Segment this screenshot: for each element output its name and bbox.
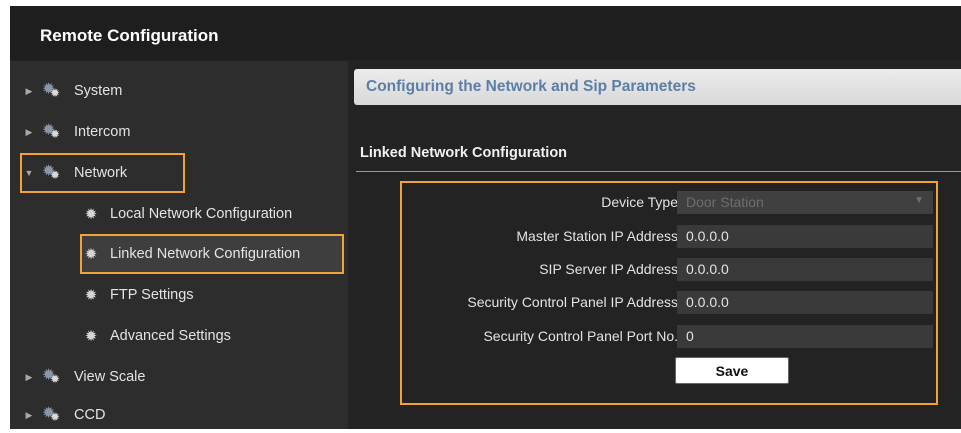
gears-icon: ✹ ✹: [42, 122, 61, 141]
device-type-label: Device Type: [601, 194, 678, 210]
security-panel-ip-input[interactable]: 0.0.0.0: [677, 291, 933, 314]
expand-arrow-icon[interactable]: ▶: [22, 410, 36, 421]
sidebar-item-system[interactable]: ▶ ✹ ✹ System: [22, 73, 342, 109]
sidebar-item-ftp-settings[interactable]: ✹ FTP Settings: [82, 277, 342, 313]
sidebar-item-label: Network: [74, 165, 128, 181]
device-type-value: Door Station: [686, 194, 764, 210]
linked-network-form: Device Type Door Station ▼ Master Statio…: [400, 181, 938, 405]
security-panel-port-input[interactable]: 0: [677, 325, 933, 348]
sidebar-item-label: Linked Network Configuration: [110, 246, 301, 262]
section-divider: [356, 171, 961, 172]
sip-server-ip-label: SIP Server IP Address: [539, 261, 678, 277]
sidebar-item-label: FTP Settings: [110, 287, 194, 303]
sidebar-item-advanced-settings[interactable]: ✹ Advanced Settings: [82, 318, 342, 354]
sip-server-ip-row: SIP Server IP Address 0.0.0.0: [402, 256, 940, 284]
sidebar-item-network[interactable]: ▼ ✹ ✹ Network: [20, 153, 185, 193]
gears-icon: ✹ ✹: [42, 367, 61, 386]
security-panel-ip-label: Security Control Panel IP Address: [467, 294, 678, 310]
gear-icon: ✹: [84, 328, 98, 345]
sidebar-item-linked-network-configuration[interactable]: ✹ Linked Network Configuration: [80, 234, 344, 274]
sip-server-ip-input[interactable]: 0.0.0.0: [677, 258, 933, 281]
dropdown-arrow-icon: ▼: [914, 195, 924, 206]
sidebar-item-label: Intercom: [74, 124, 131, 140]
sidebar-item-label: View Scale: [74, 369, 146, 385]
gear-icon: ✹: [84, 206, 98, 223]
security-panel-port-label: Security Control Panel Port No.: [483, 328, 678, 344]
device-type-row: Device Type Door Station ▼: [402, 189, 940, 217]
gears-icon: ✹ ✹: [42, 405, 61, 424]
window-title: Remote Configuration: [40, 26, 219, 45]
master-station-ip-label: Master Station IP Address: [516, 228, 678, 244]
sidebar-item-label: Advanced Settings: [110, 328, 231, 344]
expand-arrow-icon[interactable]: ▶: [22, 86, 36, 97]
sidebar-item-intercom[interactable]: ▶ ✹ ✹ Intercom: [22, 114, 342, 150]
gear-icon: ✹: [84, 246, 98, 263]
title-bar: Remote Configuration: [10, 6, 961, 60]
master-station-ip-input[interactable]: 0.0.0.0: [677, 225, 933, 248]
collapse-arrow-icon[interactable]: ▼: [22, 168, 36, 178]
gears-icon: ✹ ✹: [42, 81, 61, 100]
sidebar-item-label: Local Network Configuration: [110, 206, 293, 222]
page-header: Configuring the Network and Sip Paramete…: [354, 69, 961, 105]
gear-icon: ✹: [84, 287, 98, 304]
device-type-select[interactable]: Door Station ▼: [677, 191, 933, 214]
sidebar: ▶ ✹ ✹ System ▶ ✹ ✹ Intercom ▼ ✹ ✹ Network ✹…: [10, 61, 348, 429]
expand-arrow-icon[interactable]: ▶: [22, 372, 36, 383]
expand-arrow-icon[interactable]: ▶: [22, 127, 36, 138]
main-panel: Configuring the Network and Sip Paramete…: [348, 61, 961, 429]
section-title: Linked Network Configuration: [360, 145, 568, 161]
master-station-ip-row: Master Station IP Address 0.0.0.0: [402, 223, 940, 251]
security-panel-ip-row: Security Control Panel IP Address 0.0.0.…: [402, 289, 940, 317]
save-button[interactable]: Save: [675, 357, 789, 384]
sidebar-item-label: CCD: [74, 407, 106, 423]
remote-configuration-window: Remote Configuration ▶ ✹ ✹ System ▶ ✹ ✹ In…: [10, 6, 961, 429]
page-title: Configuring the Network and Sip Paramete…: [366, 78, 696, 95]
security-panel-port-row: Security Control Panel Port No. 0: [402, 323, 940, 351]
gears-icon: ✹ ✹: [42, 163, 61, 182]
sidebar-item-ccd[interactable]: ▶ ✹ ✹ CCD: [22, 397, 342, 433]
sidebar-item-label: System: [74, 83, 123, 99]
sidebar-item-local-network-configuration[interactable]: ✹ Local Network Configuration: [82, 196, 342, 232]
sidebar-item-view-scale[interactable]: ▶ ✹ ✹ View Scale: [22, 359, 342, 395]
